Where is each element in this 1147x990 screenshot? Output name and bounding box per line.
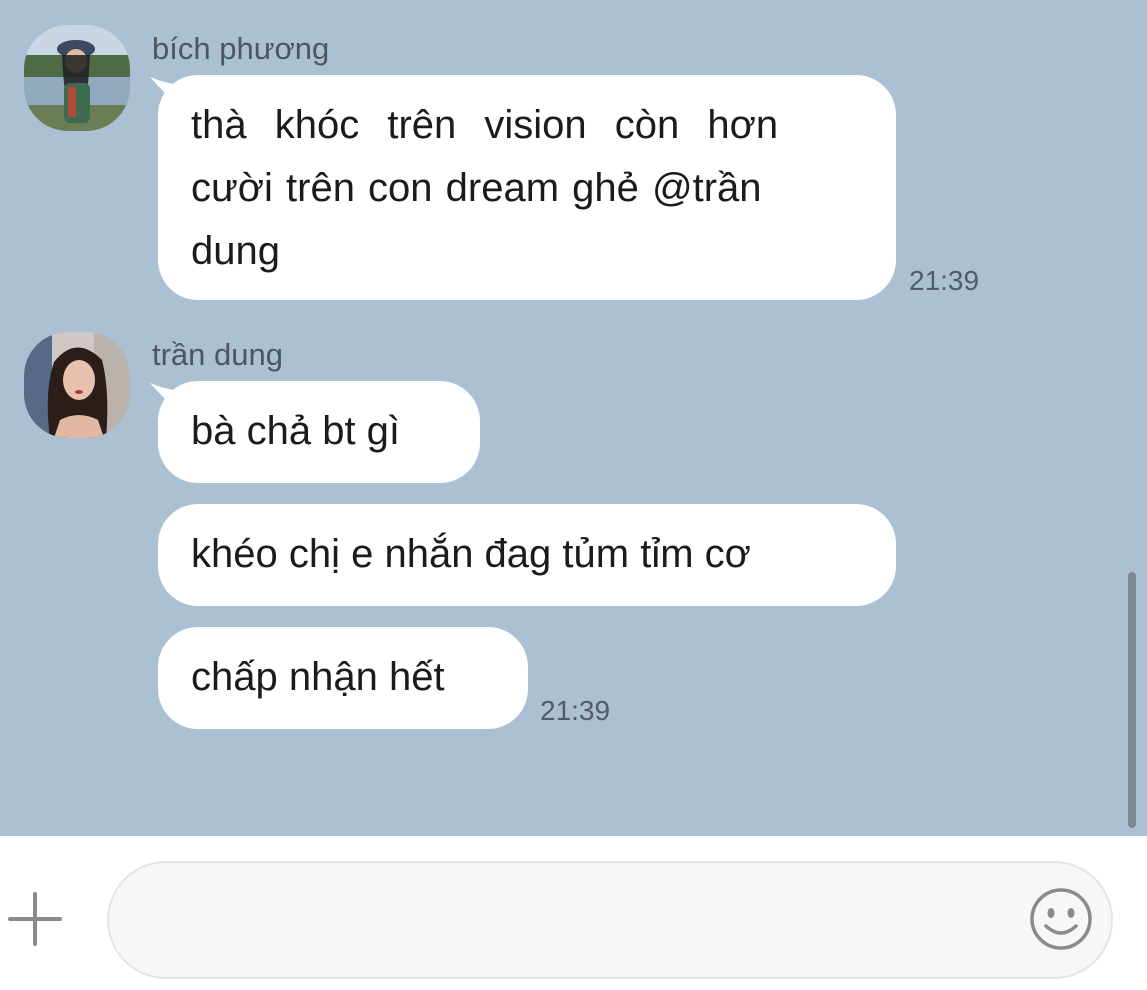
plus-icon <box>8 892 62 946</box>
scrollbar[interactable] <box>1128 572 1136 828</box>
emoji-button[interactable] <box>1028 886 1094 952</box>
message-bubble[interactable]: thà khóc trên vision còn hơn cười trên c… <box>158 75 896 300</box>
add-attachment-button[interactable] <box>4 888 66 950</box>
sender-name: trần dung <box>152 337 283 372</box>
message-timestamp: 21:39 <box>909 265 980 296</box>
message-timestamp: 21:39 <box>540 695 611 726</box>
message-text: bà chả bt gì <box>191 409 401 453</box>
message-bubble[interactable]: bà chả bt gì <box>158 381 480 483</box>
message-text-line: cười trên con dream ghẻ @trần <box>191 166 762 210</box>
avatar-tran-dung[interactable] <box>24 332 130 438</box>
avatar-bich-phuong[interactable] <box>24 25 130 131</box>
message-input[interactable] <box>107 861 1113 979</box>
smiley-icon <box>1030 888 1092 950</box>
message-text: chấp nhận hết <box>191 655 445 699</box>
message-text-line: thà khóc trên vision còn hơn <box>191 103 779 147</box>
message-bubble[interactable]: chấp nhận hết <box>158 627 528 729</box>
message-text-line: dung <box>191 229 280 273</box>
message-text: khéo chị e nhắn đag tủm tỉm cơ <box>191 532 751 576</box>
message-bubble[interactable]: khéo chị e nhắn đag tủm tỉm cơ <box>158 504 896 606</box>
sender-name: bích phương <box>152 31 330 66</box>
chat-area[interactable]: bích phương thà khóc trên vision còn hơn… <box>0 0 1147 836</box>
